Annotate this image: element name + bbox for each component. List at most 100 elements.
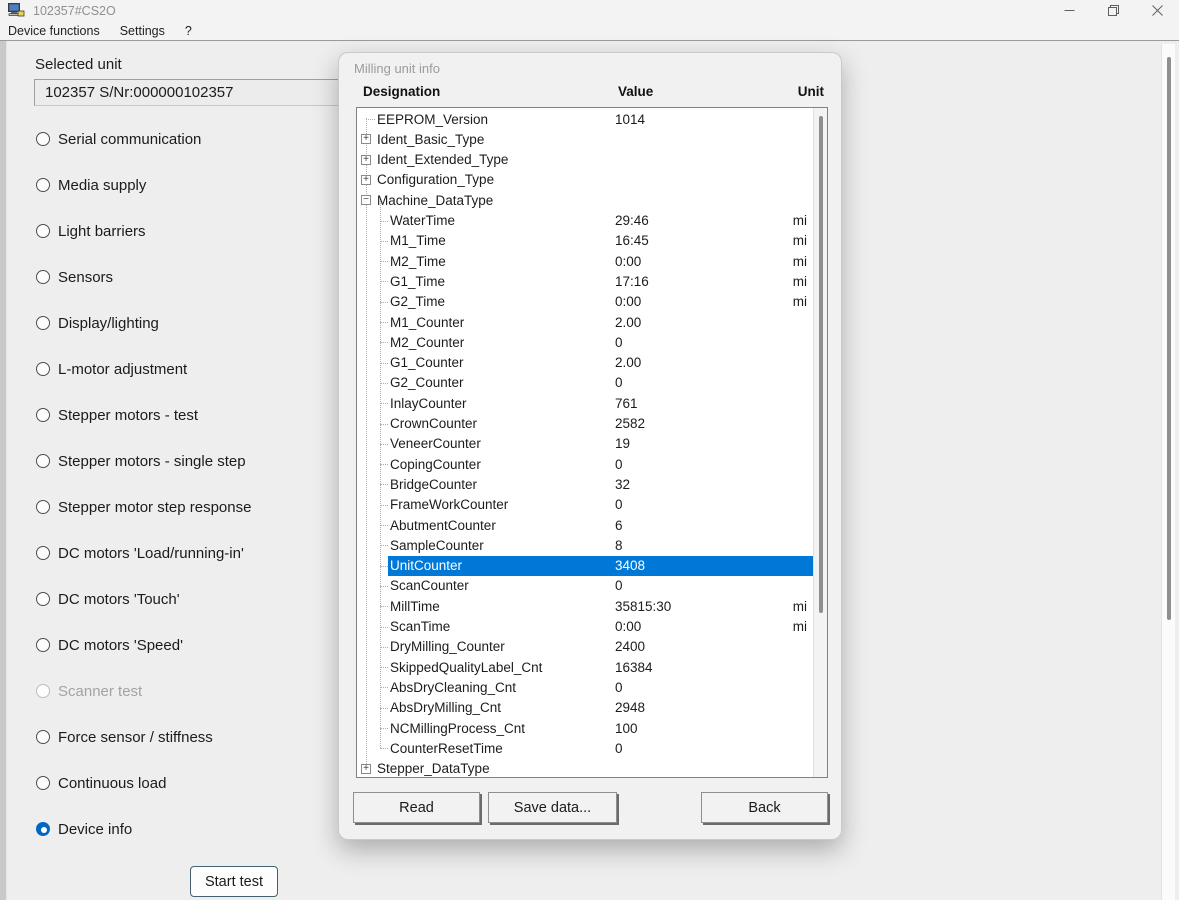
read-button[interactable]: Read	[353, 792, 480, 823]
tree-row-bridgecounter[interactable]: BridgeCounter 32	[357, 474, 827, 494]
save-data-button[interactable]: Save data...	[488, 792, 617, 823]
tree-row-drymilling-counter[interactable]: DryMilling_Counter 2400	[357, 637, 827, 657]
menu-settings[interactable]: Settings	[110, 24, 175, 38]
tree-row-absdrycleaning-cnt[interactable]: AbsDryCleaning_Cnt 0	[357, 677, 827, 697]
radio-icon[interactable]	[36, 408, 50, 422]
expand-icon[interactable]: +	[361, 134, 371, 145]
tree-row-label: CopingCounter	[390, 456, 481, 472]
radio-option-l-motor-adjustment[interactable]: L-motor adjustment	[36, 346, 356, 392]
tree-row-label: M1_Counter	[390, 314, 465, 330]
tree-row-copingcounter[interactable]: CopingCounter 0	[357, 454, 827, 474]
radio-option-force-sensor-stiffness[interactable]: Force sensor / stiffness	[36, 714, 356, 760]
tree-row-scantime[interactable]: ScanTime 0:00 mi	[357, 617, 827, 637]
tree-row-g1-time[interactable]: G1_Time 17:16 mi	[357, 271, 827, 291]
tree-scrollbar-thumb[interactable]	[819, 116, 823, 613]
expand-icon[interactable]: +	[361, 154, 371, 165]
selected-unit-field[interactable]: 102357 S/Nr:000000102357	[34, 79, 364, 106]
tree-row-skippedqualitylabel-cnt[interactable]: SkippedQualityLabel_Cnt 16384	[357, 657, 827, 677]
menu-help[interactable]: ?	[175, 24, 202, 38]
radio-option-light-barriers[interactable]: Light barriers	[36, 208, 356, 254]
tree-row-label: Ident_Basic_Type	[377, 131, 485, 147]
radio-option-media-supply[interactable]: Media supply	[36, 162, 356, 208]
collapse-icon[interactable]: −	[361, 195, 371, 206]
radio-option-dc-motors-touch[interactable]: DC motors 'Touch'	[36, 576, 356, 622]
app-window: 102357#CS2O Device functions Settings ? …	[0, 0, 1179, 900]
radio-option-sensors[interactable]: Sensors	[36, 254, 356, 300]
radio-option-dc-motors-load-running-in[interactable]: DC motors 'Load/running-in'	[36, 530, 356, 576]
radio-icon[interactable]	[36, 454, 50, 468]
radio-icon[interactable]	[36, 316, 50, 330]
main-scrollbar-track[interactable]	[1161, 44, 1175, 900]
radio-icon[interactable]	[36, 362, 50, 376]
main-scrollbar-thumb[interactable]	[1167, 57, 1171, 620]
radio-option-serial-communication[interactable]: Serial communication	[36, 116, 356, 162]
tree-row-stepper-datatype[interactable]: + Stepper_DataType	[357, 759, 827, 777]
expand-icon[interactable]: +	[361, 763, 371, 774]
tree-scrollbar-track[interactable]	[813, 108, 827, 777]
tree-row-value: 2400	[615, 639, 646, 655]
radio-option-continuous-load[interactable]: Continuous load	[36, 760, 356, 806]
tree-row-absdrymilling-cnt[interactable]: AbsDryMilling_Cnt 2948	[357, 698, 827, 718]
tree-row-counterresettime[interactable]: CounterResetTime 0	[357, 738, 827, 758]
radio-option-display-lighting[interactable]: Display/lighting	[36, 300, 356, 346]
menu-device-functions[interactable]: Device functions	[0, 24, 110, 38]
tree-row-abutmentcounter[interactable]: AbutmentCounter 6	[357, 515, 827, 535]
tree-row-ident-extended-type[interactable]: + Ident_Extended_Type	[357, 150, 827, 170]
tree-row-configuration-type[interactable]: + Configuration_Type	[357, 170, 827, 190]
tree-row-unit: mi	[792, 598, 807, 614]
tree-row-frameworkcounter[interactable]: FrameWorkCounter 0	[357, 495, 827, 515]
tree-row-m1-time[interactable]: M1_Time 16:45 mi	[357, 231, 827, 251]
tree-row-unit: mi	[792, 273, 807, 289]
column-header-unit: Unit	[797, 84, 824, 99]
radio-icon[interactable]	[36, 730, 50, 744]
radio-option-stepper-motor-step-response[interactable]: Stepper motor step response	[36, 484, 356, 530]
tree-row-band: G1_Counter 2.00	[388, 353, 813, 373]
radio-option-dc-motors-speed[interactable]: DC motors 'Speed'	[36, 622, 356, 668]
tree-row-ident-basic-type[interactable]: + Ident_Basic_Type	[357, 129, 827, 149]
radio-icon[interactable]	[36, 822, 50, 836]
tree-row-g2-counter[interactable]: G2_Counter 0	[357, 373, 827, 393]
tree-connector	[380, 728, 388, 729]
radio-option-stepper-motors-test[interactable]: Stepper motors - test	[36, 392, 356, 438]
radio-option-stepper-motors-single-step[interactable]: Stepper motors - single step	[36, 438, 356, 484]
tree-row-ncmillingprocess-cnt[interactable]: NCMillingProcess_Cnt 100	[357, 718, 827, 738]
tree-connector	[380, 382, 388, 384]
radio-icon[interactable]	[36, 592, 50, 606]
tree-row-label: FrameWorkCounter	[390, 497, 509, 513]
tree-row-g1-counter[interactable]: G1_Counter 2.00	[357, 353, 827, 373]
tree-row-watertime[interactable]: WaterTime 29:46 mi	[357, 211, 827, 231]
radio-icon[interactable]	[36, 224, 50, 238]
expand-icon[interactable]: +	[361, 174, 371, 185]
tree-row-inlaycounter[interactable]: InlayCounter 761	[357, 393, 827, 413]
radio-icon[interactable]	[36, 132, 50, 146]
radio-icon[interactable]	[36, 270, 50, 284]
restore-button[interactable]	[1091, 0, 1135, 21]
tree-row-samplecounter[interactable]: SampleCounter 8	[357, 535, 827, 555]
radio-icon[interactable]	[36, 500, 50, 514]
tree-row-label: CrownCounter	[390, 416, 478, 431]
radio-option-device-info[interactable]: Device info	[36, 806, 356, 852]
tree-row-milltime[interactable]: MillTime 35815:30 mi	[357, 596, 827, 616]
tree-row-m2-counter[interactable]: M2_Counter 0	[357, 332, 827, 352]
radio-icon[interactable]	[36, 178, 50, 192]
tree-row-veneercounter[interactable]: VeneerCounter 19	[357, 434, 827, 454]
start-test-button[interactable]: Start test	[190, 866, 278, 897]
radio-icon[interactable]	[36, 638, 50, 652]
radio-icon[interactable]	[36, 546, 50, 560]
tree-row-crowncounter[interactable]: CrownCounter 2582	[357, 414, 827, 434]
back-button[interactable]: Back	[701, 792, 828, 823]
tree-connector	[380, 443, 388, 445]
tree-row-machine-datatype[interactable]: − Machine_DataType	[357, 190, 827, 210]
tree-row-m1-counter[interactable]: M1_Counter 2.00	[357, 312, 827, 332]
tree-row-value: 2.00	[615, 355, 642, 371]
close-button[interactable]	[1135, 0, 1179, 21]
tree-row-band: EEPROM_Version 1014	[375, 109, 813, 129]
tree-row-scancounter[interactable]: ScanCounter 0	[357, 576, 827, 596]
tree-row-m2-time[interactable]: M2_Time 0:00 mi	[357, 251, 827, 271]
tree-row-eeprom-version[interactable]: EEPROM_Version 1014	[357, 109, 827, 129]
tree-row-g2-time[interactable]: G2_Time 0:00 mi	[357, 292, 827, 312]
minimize-button[interactable]	[1047, 0, 1091, 21]
tree-row-unitcounter[interactable]: UnitCounter 3408	[357, 555, 827, 576]
radio-icon[interactable]	[36, 776, 50, 790]
tree-row-label: Machine_DataType	[377, 192, 494, 208]
